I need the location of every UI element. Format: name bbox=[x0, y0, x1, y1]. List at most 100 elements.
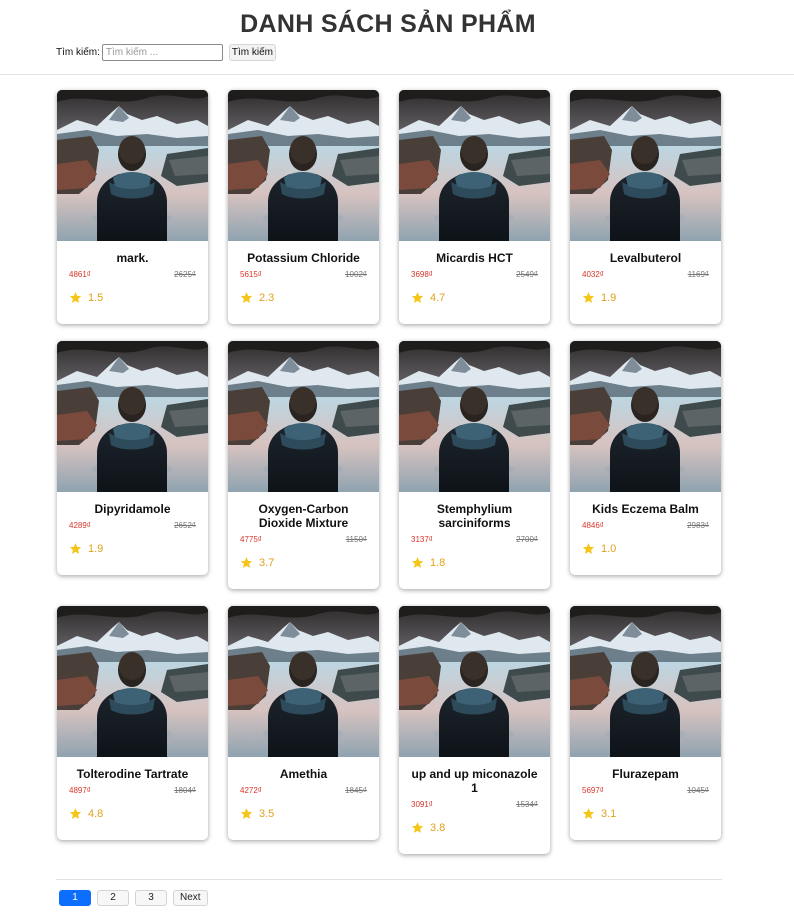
product-name[interactable]: Potassium Chloride bbox=[240, 251, 367, 265]
product-info: Amethia 4272₫ 1845₫ 3.5 bbox=[228, 757, 379, 820]
product-image[interactable] bbox=[570, 90, 721, 241]
star-icon bbox=[411, 822, 424, 833]
price-row: 4846₫ 2983₫ bbox=[582, 521, 709, 531]
price-row: 3091₫ 1534₫ bbox=[411, 800, 538, 810]
product-image[interactable] bbox=[570, 606, 721, 757]
page-1-button[interactable]: 1 bbox=[59, 890, 91, 906]
product-card[interactable]: Flurazepam 5697₫ 1045₫ 3.1 bbox=[570, 606, 721, 840]
product-image[interactable] bbox=[57, 606, 208, 757]
star-icon bbox=[69, 292, 82, 303]
page-2-button[interactable]: 2 bbox=[97, 890, 129, 906]
star-icon bbox=[582, 292, 595, 303]
product-rating: 3.5 bbox=[259, 807, 275, 820]
product-rating: 1.5 bbox=[88, 291, 104, 304]
product-rating: 1.9 bbox=[88, 542, 104, 555]
product-card[interactable]: Tolterodine Tartrate 4897₫ 1804₫ 4.8 bbox=[57, 606, 208, 840]
product-price: 4032₫ bbox=[582, 270, 604, 279]
product-old-price: 1534₫ bbox=[516, 800, 538, 809]
star-icon bbox=[240, 557, 253, 568]
product-image[interactable] bbox=[228, 341, 379, 492]
product-price: 4861₫ bbox=[69, 270, 91, 279]
product-card[interactable]: Amethia 4272₫ 1845₫ 3.5 bbox=[228, 606, 379, 840]
product-info: Stemphylium sarciniforms 3137₫ 2700₫ 1.8 bbox=[399, 492, 550, 569]
product-info: Levalbuterol 4032₫ 1169₫ 1.9 bbox=[570, 241, 721, 304]
product-card[interactable]: mark. 4861₫ 2625₫ 1.5 bbox=[57, 90, 208, 324]
pagination: 1 2 3 Next bbox=[59, 890, 214, 906]
product-name[interactable]: Stemphylium sarciniforms bbox=[411, 502, 538, 530]
product-image[interactable] bbox=[57, 341, 208, 492]
product-price: 3091₫ bbox=[411, 800, 433, 809]
product-info: Micardis HCT 3698₫ 2549₫ 4.7 bbox=[399, 241, 550, 304]
product-info: Tolterodine Tartrate 4897₫ 1804₫ 4.8 bbox=[57, 757, 208, 820]
rating-row: 3.1 bbox=[582, 807, 709, 820]
rating-row: 3.7 bbox=[240, 556, 367, 569]
product-image[interactable] bbox=[228, 90, 379, 241]
product-price: 3698₫ bbox=[411, 270, 433, 279]
product-rating: 3.7 bbox=[259, 556, 275, 569]
product-card[interactable]: Oxygen-Carbon Dioxide Mixture 4775₫ 1150₫ 3… bbox=[228, 341, 379, 589]
rating-row: 1.0 bbox=[582, 542, 709, 555]
product-image[interactable] bbox=[399, 341, 550, 492]
product-image[interactable] bbox=[399, 606, 550, 757]
product-card[interactable]: up and up miconazole 1 3091₫ 1534₫ 3.8 bbox=[399, 606, 550, 854]
rating-row: 1.8 bbox=[411, 556, 538, 569]
product-rating: 1.9 bbox=[601, 291, 617, 304]
product-price: 4289₫ bbox=[69, 521, 91, 530]
price-row: 4861₫ 2625₫ bbox=[69, 270, 196, 280]
product-rating: 2.3 bbox=[259, 291, 275, 304]
product-price: 3137₫ bbox=[411, 535, 433, 544]
product-card[interactable]: Dipyridamole 4289₫ 2652₫ 1.9 bbox=[57, 341, 208, 575]
product-old-price: 1169₫ bbox=[687, 270, 709, 279]
star-icon bbox=[69, 543, 82, 554]
product-name[interactable]: Levalbuterol bbox=[582, 251, 709, 265]
product-old-price: 2625₫ bbox=[174, 270, 196, 279]
product-image[interactable] bbox=[399, 90, 550, 241]
product-name[interactable]: Flurazepam bbox=[582, 767, 709, 781]
product-price: 5615₫ bbox=[240, 270, 262, 279]
product-old-price: 2652₫ bbox=[174, 521, 196, 530]
rating-row: 3.8 bbox=[411, 821, 538, 834]
price-row: 4775₫ 1150₫ bbox=[240, 535, 367, 545]
product-info: Oxygen-Carbon Dioxide Mixture 4775₫ 1150₫ 3… bbox=[228, 492, 379, 569]
product-name[interactable]: up and up miconazole 1 bbox=[411, 767, 538, 795]
star-icon bbox=[240, 808, 253, 819]
star-icon bbox=[411, 557, 424, 568]
product-info: Flurazepam 5697₫ 1045₫ 3.1 bbox=[570, 757, 721, 820]
product-price: 4897₫ bbox=[69, 786, 91, 795]
product-name[interactable]: Tolterodine Tartrate bbox=[69, 767, 196, 781]
rating-row: 1.5 bbox=[69, 291, 196, 304]
star-icon bbox=[240, 292, 253, 303]
product-card[interactable]: Micardis HCT 3698₫ 2549₫ 4.7 bbox=[399, 90, 550, 324]
product-rating: 3.8 bbox=[430, 821, 446, 834]
product-name[interactable]: Amethia bbox=[240, 767, 367, 781]
product-info: Potassium Chloride 5615₫ 1002₫ 2.3 bbox=[228, 241, 379, 304]
next-page-button[interactable]: Next bbox=[173, 890, 208, 906]
product-card[interactable]: Potassium Chloride 5615₫ 1002₫ 2.3 bbox=[228, 90, 379, 324]
price-row: 5615₫ 1002₫ bbox=[240, 270, 367, 280]
product-old-price: 1150₫ bbox=[345, 535, 367, 544]
product-card[interactable]: Stemphylium sarciniforms 3137₫ 2700₫ 1.8 bbox=[399, 341, 550, 589]
product-name[interactable]: Oxygen-Carbon Dioxide Mixture bbox=[240, 502, 367, 530]
price-row: 4289₫ 2652₫ bbox=[69, 521, 196, 531]
product-image[interactable] bbox=[570, 341, 721, 492]
product-card[interactable]: Levalbuterol 4032₫ 1169₫ 1.9 bbox=[570, 90, 721, 324]
product-name[interactable]: Kids Eczema Balm bbox=[582, 502, 709, 516]
product-image[interactable] bbox=[57, 90, 208, 241]
product-card[interactable]: Kids Eczema Balm 4846₫ 2983₫ 1.0 bbox=[570, 341, 721, 575]
page-3-button[interactable]: 3 bbox=[135, 890, 167, 906]
star-icon bbox=[69, 808, 82, 819]
product-old-price: 1845₫ bbox=[345, 786, 367, 795]
product-name[interactable]: Micardis HCT bbox=[411, 251, 538, 265]
product-info: mark. 4861₫ 2625₫ 1.5 bbox=[57, 241, 208, 304]
product-grid: mark. 4861₫ 2625₫ 1.5 Potassium Chloride 5615… bbox=[0, 0, 794, 870]
product-info: up and up miconazole 1 3091₫ 1534₫ 3.8 bbox=[399, 757, 550, 834]
product-name[interactable]: Dipyridamole bbox=[69, 502, 196, 516]
price-row: 4897₫ 1804₫ bbox=[69, 786, 196, 796]
product-name[interactable]: mark. bbox=[69, 251, 196, 265]
price-row: 3137₫ 2700₫ bbox=[411, 535, 538, 545]
rating-row: 1.9 bbox=[582, 291, 709, 304]
product-rating: 4.7 bbox=[430, 291, 446, 304]
rating-row: 4.7 bbox=[411, 291, 538, 304]
product-image[interactable] bbox=[228, 606, 379, 757]
product-old-price: 1045₫ bbox=[687, 786, 709, 795]
